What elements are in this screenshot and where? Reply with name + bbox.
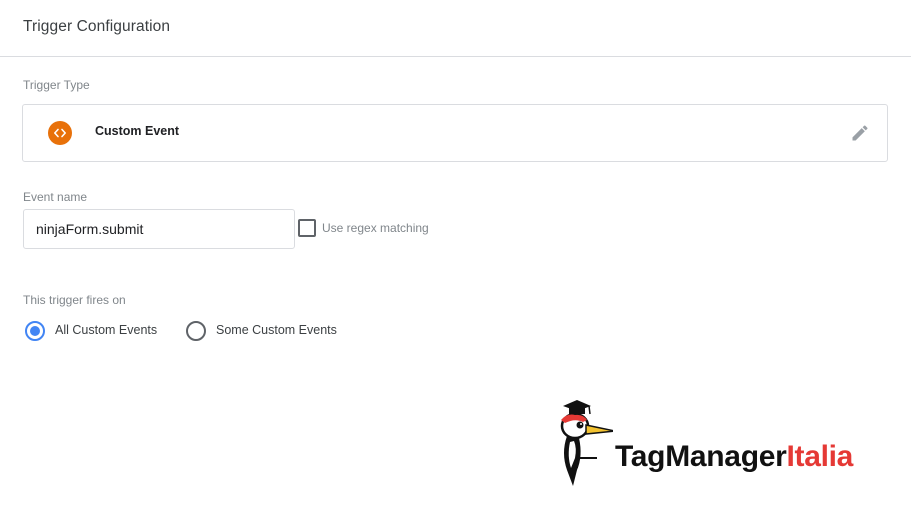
event-name-label: Event name xyxy=(23,190,88,204)
trigger-type-name: Custom Event xyxy=(95,124,180,138)
fires-on-label: This trigger fires on xyxy=(23,293,126,307)
radio-some-custom-events-label: Some Custom Events xyxy=(216,323,337,337)
trigger-type-selector[interactable]: Custom Event xyxy=(22,104,888,162)
tagmanageritalia-logo: TagManagerItalia xyxy=(553,398,873,490)
radio-all-custom-events[interactable] xyxy=(25,321,45,341)
radio-all-custom-events-label: All Custom Events xyxy=(55,323,158,337)
logo-wordmark: TagManagerItalia xyxy=(615,440,853,474)
logo-text-italia: Italia xyxy=(786,440,854,473)
panel-title: Trigger Configuration xyxy=(23,18,171,35)
event-name-input[interactable] xyxy=(23,209,295,249)
custom-event-code-icon xyxy=(48,121,72,145)
woodpecker-mascot-icon xyxy=(560,400,616,486)
radio-some-custom-events[interactable] xyxy=(186,321,206,341)
pencil-edit-icon[interactable] xyxy=(850,123,870,143)
regex-checkbox[interactable] xyxy=(298,219,316,237)
trigger-configuration-panel: Trigger Configuration Trigger Type Custo… xyxy=(0,0,911,525)
panel-header: Trigger Configuration xyxy=(0,0,911,57)
trigger-type-label: Trigger Type xyxy=(23,78,90,92)
regex-checkbox-label: Use regex matching xyxy=(322,221,429,235)
logo-text-tagmanager: TagManager xyxy=(615,440,787,473)
